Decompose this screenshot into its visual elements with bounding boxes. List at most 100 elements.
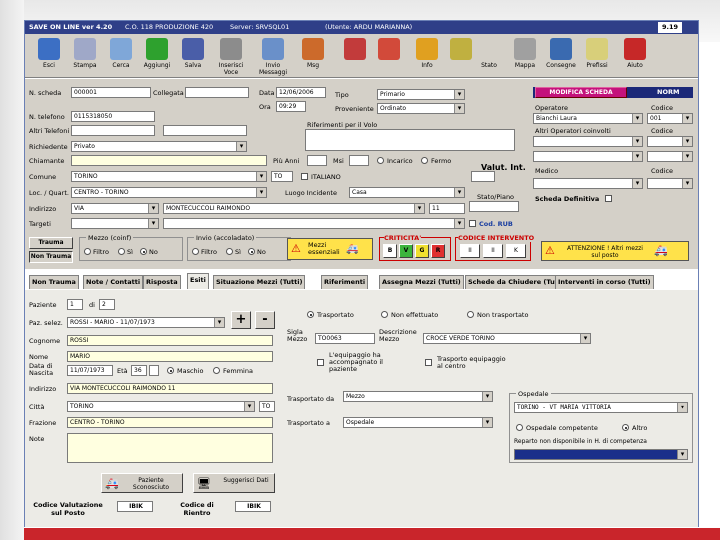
- proveniente-select[interactable]: Ordinato: [377, 103, 465, 114]
- non-trauma-button[interactable]: Non Trauma: [29, 251, 73, 263]
- toolbar-button-invio-messaggi[interactable]: Invio Messaggi: [253, 36, 293, 76]
- italiano-checkbox[interactable]: [301, 173, 308, 180]
- equip-checkbox[interactable]: [317, 359, 324, 366]
- stato-field[interactable]: [469, 201, 519, 212]
- mezzo-no-radio[interactable]: [140, 248, 147, 255]
- cod-val-field[interactable]: IBIK: [117, 501, 153, 512]
- paz-sconosciuto-button[interactable]: 🚑 Paziente Sconosciuto: [101, 473, 183, 493]
- note-field[interactable]: [67, 433, 273, 463]
- tab-assegna-mezzi-tutti[interactable]: Assegna Mezzi (Tutti): [379, 275, 464, 289]
- medico-codice-select[interactable]: [647, 178, 693, 189]
- maschio-radio[interactable]: [167, 367, 174, 374]
- attenzione-button[interactable]: ⚠ ATTENZIONE ! Altri mezzi sul posto 🚑: [541, 241, 689, 261]
- code-bianco-button[interactable]: B: [383, 244, 397, 258]
- altri-op-select-2[interactable]: [533, 151, 643, 162]
- toolbar-button-cerca[interactable]: Cerca: [101, 36, 141, 76]
- altri-tel-field-1[interactable]: [71, 125, 155, 136]
- non-eff-radio[interactable]: [381, 311, 388, 318]
- cod-rientro-field[interactable]: IBIK: [235, 501, 271, 512]
- di-field[interactable]: 2: [99, 299, 115, 310]
- toolbar-button-phone[interactable]: [369, 36, 409, 76]
- sigla-field[interactable]: TO0063: [315, 333, 375, 344]
- citta-select[interactable]: TORINO: [67, 401, 255, 412]
- codice-int-3[interactable]: K: [506, 244, 526, 258]
- mezzo-si-radio[interactable]: [118, 248, 125, 255]
- civico-field[interactable]: 11: [429, 203, 465, 214]
- codice-int-1[interactable]: II: [460, 244, 480, 258]
- riferimenti-field[interactable]: [305, 129, 515, 151]
- luogo-select[interactable]: Casa: [349, 187, 465, 198]
- chiamante-field[interactable]: [71, 155, 267, 166]
- invio-no-radio[interactable]: [248, 248, 255, 255]
- trasportato-radio[interactable]: [307, 311, 314, 318]
- trauma-button[interactable]: Trauma: [29, 237, 73, 249]
- ora-field[interactable]: 09:29: [276, 101, 306, 112]
- invio-filtro-radio[interactable]: [192, 248, 199, 255]
- scheda-def-checkbox[interactable]: [605, 195, 612, 202]
- altro-radio[interactable]: [622, 424, 629, 431]
- tipo-select[interactable]: Primario: [377, 89, 465, 100]
- toolbar-button-stato[interactable]: Stato: [469, 36, 509, 76]
- nascita-field[interactable]: 11/07/1973: [67, 365, 113, 376]
- code-verde-button[interactable]: V: [399, 244, 413, 258]
- remove-patient-button[interactable]: -: [255, 311, 275, 329]
- mezzo-filtro-radio[interactable]: [84, 248, 91, 255]
- reparto-select[interactable]: [514, 449, 688, 460]
- toolbar-button-consegne[interactable]: Consegne: [541, 36, 581, 76]
- telefono-field[interactable]: 0115318050: [71, 111, 155, 122]
- invio-si-radio[interactable]: [226, 248, 233, 255]
- suggerisci-button[interactable]: 🖥 Suggerisci Dati: [193, 473, 275, 493]
- toolbar-button-mappa[interactable]: Mappa: [505, 36, 545, 76]
- tab-risposta[interactable]: Risposta: [143, 275, 181, 289]
- toolbar-button-stampa[interactable]: Stampa: [65, 36, 105, 76]
- collegata-field[interactable]: [185, 87, 249, 98]
- descr-select[interactable]: CROCE VERDE TORINO: [423, 333, 591, 344]
- tab-note-contatti[interactable]: Note / Contatti: [83, 275, 144, 289]
- nome-field[interactable]: MARIO: [67, 351, 273, 362]
- trasp-da-select[interactable]: Mezzo: [343, 391, 493, 402]
- toolbar-button-inserisci-voce[interactable]: Inserisci Voce: [211, 36, 251, 76]
- non-trasp-radio[interactable]: [467, 311, 474, 318]
- operatore-select[interactable]: Bianchi Laura: [533, 113, 643, 124]
- altri-codice-select-1[interactable]: [647, 136, 693, 147]
- targeti-select-2[interactable]: [163, 218, 465, 229]
- tab-interventi-in-corso-tutti[interactable]: Interventi in corso (Tutti): [555, 275, 654, 289]
- osp-comp-radio[interactable]: [516, 424, 523, 431]
- femmina-radio[interactable]: [213, 367, 220, 374]
- toolbar-button-msg[interactable]: Msg: [293, 36, 333, 76]
- toolbar-button-aiuto[interactable]: Aiuto: [615, 36, 655, 76]
- codice-select[interactable]: 001: [647, 113, 693, 124]
- eta-field[interactable]: 36: [131, 365, 147, 376]
- toolbar-button-prefissi[interactable]: Prefissi: [577, 36, 617, 76]
- loc-select[interactable]: CENTRO - TORINO: [71, 187, 267, 198]
- esiti-indirizzo-field[interactable]: VIA MONTECUCCOLI RAIMONDO 11: [67, 383, 273, 394]
- altri-tel-field-2[interactable]: [163, 125, 247, 136]
- frazione-field[interactable]: CENTRO - TORINO: [67, 417, 273, 428]
- cognome-field[interactable]: ROSSI: [67, 335, 273, 346]
- paz-sel-select[interactable]: ROSSI - MARIO - 11/07/1973: [67, 317, 225, 328]
- targeti-select-1[interactable]: [71, 218, 159, 229]
- codice-int-2[interactable]: II: [483, 244, 503, 258]
- altri-codice-select-2[interactable]: [647, 151, 693, 162]
- tab-schede-da-chiudere-tutti[interactable]: Schede da Chiudere (Tutti): [465, 275, 570, 289]
- cod-rub-checkbox[interactable]: [469, 220, 476, 227]
- tab-non-trauma[interactable]: Non Trauma: [29, 275, 79, 289]
- piu-anni-field[interactable]: [307, 155, 327, 166]
- paziente-field[interactable]: 1: [67, 299, 83, 310]
- prov-field[interactable]: TO: [271, 171, 293, 182]
- indirizzo-select[interactable]: MONTECUCCOLI RAIMONDO: [163, 203, 425, 214]
- trasp-a-select[interactable]: Ospedale: [343, 417, 493, 428]
- add-patient-button[interactable]: +: [231, 311, 251, 329]
- trasp-equip-checkbox[interactable]: [425, 359, 432, 366]
- richiedente-select[interactable]: Privato: [71, 141, 247, 152]
- data-field[interactable]: 12/06/2006: [276, 87, 326, 98]
- medico-select[interactable]: [533, 178, 643, 189]
- modifica-scheda-button[interactable]: MODIFICA SCHEDA: [535, 87, 627, 98]
- tab-situazione-mezzi-tutti[interactable]: Situazione Mezzi (Tutti): [213, 275, 306, 289]
- valut-field[interactable]: [471, 171, 495, 182]
- eta-unit-field[interactable]: [149, 365, 159, 376]
- ospedale-select[interactable]: TORINO - VT MARIA VITTORIA: [514, 402, 688, 413]
- n-scheda-field[interactable]: 000001: [71, 87, 151, 98]
- mezzi-essenziali-button[interactable]: ⚠ Mezzi essenziali 🚑: [287, 238, 373, 260]
- incarico-radio[interactable]: [377, 157, 384, 164]
